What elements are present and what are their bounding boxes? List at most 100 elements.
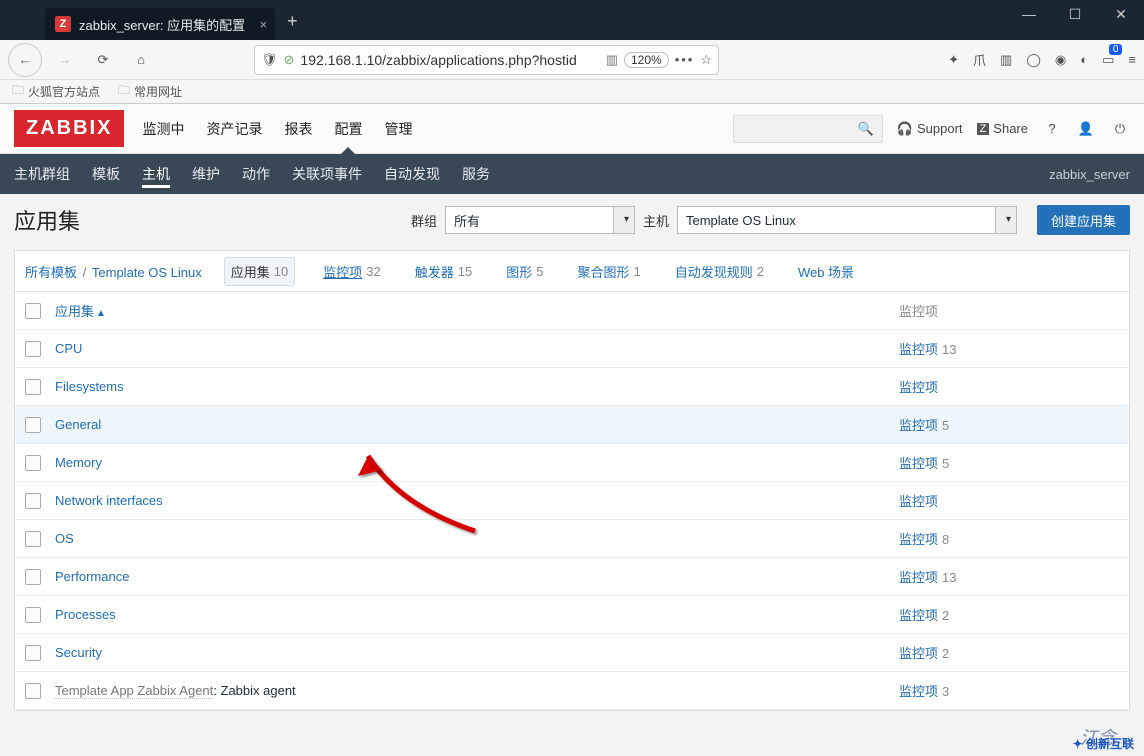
window-close-button[interactable]: ✕ [1098,0,1144,28]
items-link[interactable]: 监控项 [899,684,938,699]
items-link[interactable]: 监控项 [899,532,938,547]
nav-home-button[interactable]: ⌂ [126,45,156,75]
subnav-maintenance[interactable]: 维护 [192,154,220,194]
topnav-monitoring[interactable]: 监测中 [142,105,184,153]
row-checkbox[interactable] [25,455,41,471]
window-minimize-button[interactable]: — [1006,0,1052,28]
app-name-inherited[interactable]: Template App Zabbix Agent [55,683,213,699]
share-link[interactable]: ZShare [977,121,1028,136]
tab-graphs[interactable]: 图形 5 [500,258,549,285]
create-application-button[interactable]: 创建应用集 [1037,205,1130,235]
subnav-templates[interactable]: 模板 [92,154,120,194]
user-icon[interactable]: 👤 [1076,121,1096,137]
subnav-discovery[interactable]: 自动发现 [384,154,440,194]
app-name-link[interactable]: Network interfaces [55,493,163,508]
nav-back-button[interactable]: ← [8,43,42,77]
reader-icon[interactable]: ▥ [606,52,618,68]
subnav-correlation[interactable]: 关联项事件 [292,154,362,194]
row-checkbox[interactable] [25,569,41,585]
col-header-application[interactable]: 应用集 [55,304,94,319]
tab-web[interactable]: Web 场景 [792,258,860,285]
app-name-link[interactable]: Performance [55,569,129,584]
table-row: General监控项5 [15,406,1129,444]
breadcrumb-all-templates[interactable]: 所有模板 [25,265,77,280]
nav-reload-button[interactable]: ⟳ [88,45,118,75]
account-icon[interactable]: ◯ [1026,52,1041,68]
new-tab-button[interactable]: + [287,11,298,32]
bookmark-label: 常用网址 [134,83,182,100]
app-name-link[interactable]: Security [55,645,102,660]
app-name-link[interactable]: CPU [55,341,82,356]
browser-tab[interactable]: Z zabbix_server: 应用集的配置 × [45,8,275,40]
row-checkbox[interactable] [25,341,41,357]
bookmark-item[interactable]: 🗀火狐官方站点 [12,81,100,102]
topnav-administration[interactable]: 管理 [384,105,412,153]
sync-icon[interactable]: ◐ [1080,52,1088,67]
insecure-icon[interactable]: ⊘ [284,52,295,68]
items-link[interactable]: 监控项 [899,342,938,357]
window-maximize-button[interactable]: ☐ [1052,0,1098,28]
tab-discovery[interactable]: 自动发现规则 2 [669,258,770,285]
row-checkbox[interactable] [25,683,41,699]
folder-icon: 🗀 [118,81,130,102]
row-checkbox[interactable] [25,645,41,661]
help-icon[interactable]: ? [1042,121,1062,136]
app-name-link[interactable]: OS [55,531,74,546]
topnav-inventory[interactable]: 资产记录 [206,105,262,153]
tab-triggers[interactable]: 触发器 15 [409,258,478,285]
subnav-services[interactable]: 服务 [462,154,490,194]
topnav-configuration[interactable]: 配置 [334,105,362,153]
row-checkbox[interactable] [25,417,41,433]
library-icon[interactable]: ▥ [1000,52,1012,68]
topnav-reports[interactable]: 报表 [284,105,312,153]
row-checkbox[interactable] [25,493,41,509]
tracking-shield-icon[interactable]: 🛡 [261,52,278,68]
app-name-link[interactable]: Memory [55,455,102,470]
items-link[interactable]: 监控项 [899,494,938,509]
page-actions-icon[interactable]: ••• [675,52,695,67]
items-link[interactable]: 监控项 [899,646,938,661]
support-link[interactable]: 🎧Support [897,121,963,137]
bookmark-star-icon[interactable]: ☆ [700,52,712,68]
power-icon[interactable]: ⏻ [1110,121,1130,137]
row-checkbox[interactable] [25,531,41,547]
tab-applications[interactable]: 应用集 10 [224,257,295,286]
zabbix-search[interactable]: 🔍 [733,115,883,143]
group-filter-value: 所有 [454,211,480,230]
cjk-icon[interactable]: 爪 [973,50,986,69]
items-link[interactable]: 监控项 [899,570,938,585]
tab-items[interactable]: 监控项 32 [317,258,386,285]
row-checkbox[interactable] [25,607,41,623]
protections-icon[interactable]: ◉ [1055,52,1066,68]
app-name-link[interactable]: Filesystems [55,379,124,394]
zabbix-logo[interactable]: ZABBIX [14,110,124,147]
select-all-checkbox[interactable] [25,303,41,319]
template-tabs-bar: 所有模板 / Template OS Linux 应用集 10 监控项 32 触… [14,250,1130,292]
table-row: Memory监控项5 [15,444,1129,482]
subnav-actions[interactable]: 动作 [242,154,270,194]
subnav-hostgroups[interactable]: 主机群组 [14,154,70,194]
items-link[interactable]: 监控项 [899,456,938,471]
breadcrumb-template[interactable]: Template OS Linux [92,265,202,280]
tab-screens[interactable]: 聚合图形 1 [571,258,646,285]
zoom-badge[interactable]: 120% [624,52,669,68]
row-checkbox[interactable] [25,379,41,395]
items-link[interactable]: 监控项 [899,608,938,623]
url-bar[interactable]: 🛡 ⊘ ▥ 120% ••• ☆ [254,45,719,75]
app-name-link[interactable]: Processes [55,607,116,622]
share-icon: Z [977,123,990,135]
app-name-link[interactable]: General [55,417,101,432]
items-link[interactable]: 监控项 [899,380,938,395]
extension-icon[interactable]: ✦ [948,52,959,68]
chevron-down-icon: ▾ [624,214,629,225]
group-filter-select[interactable]: 所有 ▾ [445,206,635,234]
container-icon[interactable]: ▭0 [1102,52,1114,68]
menu-icon[interactable]: ≡ [1128,52,1136,67]
subnav-hosts[interactable]: 主机 [142,154,170,194]
close-tab-icon[interactable]: × [260,17,268,32]
url-input[interactable] [300,52,599,68]
host-filter-select[interactable]: Template OS Linux▾ [677,206,1017,234]
items-link[interactable]: 监控项 [899,418,938,433]
nav-forward-button[interactable]: → [50,45,80,75]
bookmark-item[interactable]: 🗀常用网址 [118,81,182,102]
